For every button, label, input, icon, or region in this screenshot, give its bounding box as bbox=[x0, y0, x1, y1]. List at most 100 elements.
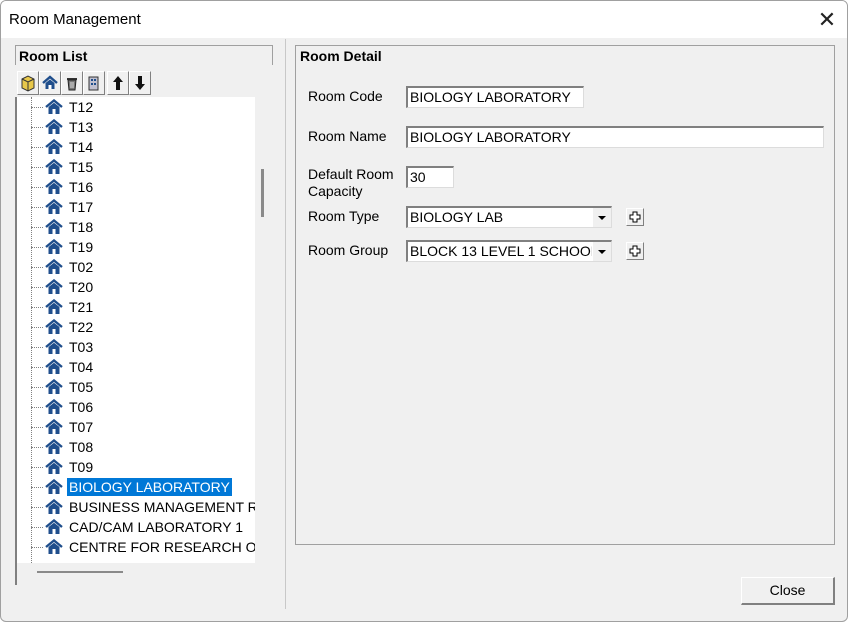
tree-item[interactable]: T19 bbox=[17, 237, 255, 257]
room-house-icon bbox=[45, 458, 63, 475]
move-up-icon[interactable] bbox=[107, 71, 129, 95]
room-group-select[interactable]: BLOCK 13 LEVEL 1 SCHOOL bbox=[406, 240, 612, 262]
tree-item[interactable]: T06 bbox=[17, 397, 255, 417]
room-house-icon bbox=[45, 138, 63, 155]
tree-item[interactable]: T16 bbox=[17, 177, 255, 197]
tree-item-label: CENTRE FOR RESEARCH ON bbox=[69, 539, 255, 555]
move-down-icon[interactable] bbox=[129, 71, 151, 95]
room-house-icon bbox=[45, 258, 63, 275]
chevron-down-icon[interactable] bbox=[592, 208, 611, 227]
room-tree: T12 T13 T14 T15 T16 T17 T18 T19 T02 T20 T21 T22 T03 T… bbox=[15, 97, 255, 563]
add-room-type-button[interactable] bbox=[626, 208, 644, 226]
tree-item-label: CAD/CAM LABORATORY 1 bbox=[69, 519, 244, 535]
tree-item[interactable]: CAD/CAM LABORATORY 1 bbox=[17, 517, 255, 537]
capacity-label-line2: Capacity bbox=[308, 183, 363, 199]
tree-connector bbox=[31, 467, 43, 468]
chevron-down-icon[interactable] bbox=[592, 242, 611, 261]
tree-connector bbox=[31, 187, 43, 188]
tree-item[interactable]: T14 bbox=[17, 137, 255, 157]
tree-connector bbox=[31, 307, 43, 308]
tree-connector bbox=[31, 407, 43, 408]
tree-item-label: T07 bbox=[69, 419, 94, 435]
room-house-icon bbox=[45, 418, 63, 435]
room-house-icon bbox=[45, 378, 63, 395]
room-type-select[interactable]: BIOLOGY LAB bbox=[406, 206, 612, 228]
delete-bin-icon[interactable] bbox=[61, 71, 83, 95]
tree-item[interactable]: T05 bbox=[17, 377, 255, 397]
house-icon[interactable] bbox=[39, 71, 61, 95]
plus-icon bbox=[629, 245, 641, 257]
room-name-field[interactable]: BIOLOGY LABORATORY bbox=[406, 126, 824, 148]
tree-connector bbox=[31, 507, 43, 508]
new-room-icon[interactable] bbox=[17, 71, 39, 95]
horizontal-scroll-thumb[interactable] bbox=[37, 571, 123, 573]
tree-item[interactable]: T09 bbox=[17, 457, 255, 477]
room-code-field[interactable]: BIOLOGY LABORATORY bbox=[406, 86, 584, 108]
tree-item[interactable]: T17 bbox=[17, 197, 255, 217]
tree-item-label: T06 bbox=[69, 399, 94, 415]
room-group-value: BLOCK 13 LEVEL 1 SCHOOL bbox=[410, 243, 599, 259]
capacity-field[interactable]: 30 bbox=[406, 166, 454, 188]
room-type-value: BIOLOGY LAB bbox=[410, 209, 504, 225]
tree-connector bbox=[31, 447, 43, 448]
room-house-icon bbox=[45, 178, 63, 195]
tree-connector bbox=[31, 267, 43, 268]
tree-item[interactable]: T15 bbox=[17, 157, 255, 177]
room-list-toolbar bbox=[15, 71, 273, 99]
room-house-icon bbox=[45, 218, 63, 235]
room-house-icon bbox=[45, 238, 63, 255]
tree-item-label: T08 bbox=[69, 439, 94, 455]
add-room-group-button[interactable] bbox=[626, 242, 644, 260]
room-name-label: Room Name bbox=[308, 128, 387, 144]
tree-item-label: T13 bbox=[69, 119, 94, 135]
room-house-icon bbox=[45, 478, 63, 495]
tree-item[interactable]: BUSINESS MANAGEMENT RO bbox=[17, 497, 255, 517]
tree-connector bbox=[31, 227, 43, 228]
tree-connector bbox=[31, 287, 43, 288]
vertical-scroll-thumb[interactable] bbox=[261, 169, 264, 217]
window-close-icon[interactable]: ✕ bbox=[813, 7, 841, 33]
room-house-icon bbox=[45, 198, 63, 215]
tree-connector bbox=[31, 387, 43, 388]
room-code-label: Room Code bbox=[308, 88, 383, 104]
tree-item-label: T22 bbox=[69, 319, 94, 335]
tree-connector bbox=[31, 247, 43, 248]
room-house-icon bbox=[45, 518, 63, 535]
tree-vertical-scrollbar[interactable] bbox=[255, 97, 273, 563]
room-house-icon bbox=[45, 538, 63, 555]
tree-item-label: T04 bbox=[69, 359, 94, 375]
tree-item[interactable]: T07 bbox=[17, 417, 255, 437]
tree-item[interactable]: T13 bbox=[17, 117, 255, 137]
tree-connector bbox=[31, 207, 43, 208]
tree-connector bbox=[31, 367, 43, 368]
tree-item[interactable]: T04 bbox=[17, 357, 255, 377]
tree-item-label: T21 bbox=[69, 299, 94, 315]
panel-divider[interactable] bbox=[285, 39, 286, 609]
room-group-label: Room Group bbox=[308, 242, 389, 258]
tree-item-label: T12 bbox=[69, 99, 94, 115]
room-list-header: Room List bbox=[15, 45, 273, 65]
tree-horizontal-scrollbar[interactable] bbox=[17, 563, 253, 579]
building-icon[interactable] bbox=[83, 71, 105, 95]
tree-item[interactable]: CENTRE FOR RESEARCH ON bbox=[17, 537, 255, 557]
close-button[interactable]: Close bbox=[741, 577, 835, 605]
tree-item[interactable]: BIOLOGY LABORATORY bbox=[17, 477, 255, 497]
tree-item[interactable]: T12 bbox=[17, 97, 255, 117]
tree-item-label: T15 bbox=[69, 159, 94, 175]
tree-item-label: T20 bbox=[69, 279, 94, 295]
tree-connector bbox=[31, 147, 43, 148]
tree-connector bbox=[31, 167, 43, 168]
tree-item[interactable]: T08 bbox=[17, 437, 255, 457]
room-house-icon bbox=[45, 278, 63, 295]
tree-item[interactable]: T02 bbox=[17, 257, 255, 277]
room-house-icon bbox=[45, 438, 63, 455]
room-detail-header: Room Detail bbox=[300, 48, 382, 64]
tree-item[interactable]: T18 bbox=[17, 217, 255, 237]
tree-item[interactable]: T22 bbox=[17, 317, 255, 337]
tree-item[interactable]: T20 bbox=[17, 277, 255, 297]
tree-item-label: T02 bbox=[69, 259, 94, 275]
tree-item[interactable]: T21 bbox=[17, 297, 255, 317]
tree-item[interactable]: T03 bbox=[17, 337, 255, 357]
tree-item-label: T03 bbox=[69, 339, 94, 355]
tree-connector bbox=[31, 327, 43, 328]
